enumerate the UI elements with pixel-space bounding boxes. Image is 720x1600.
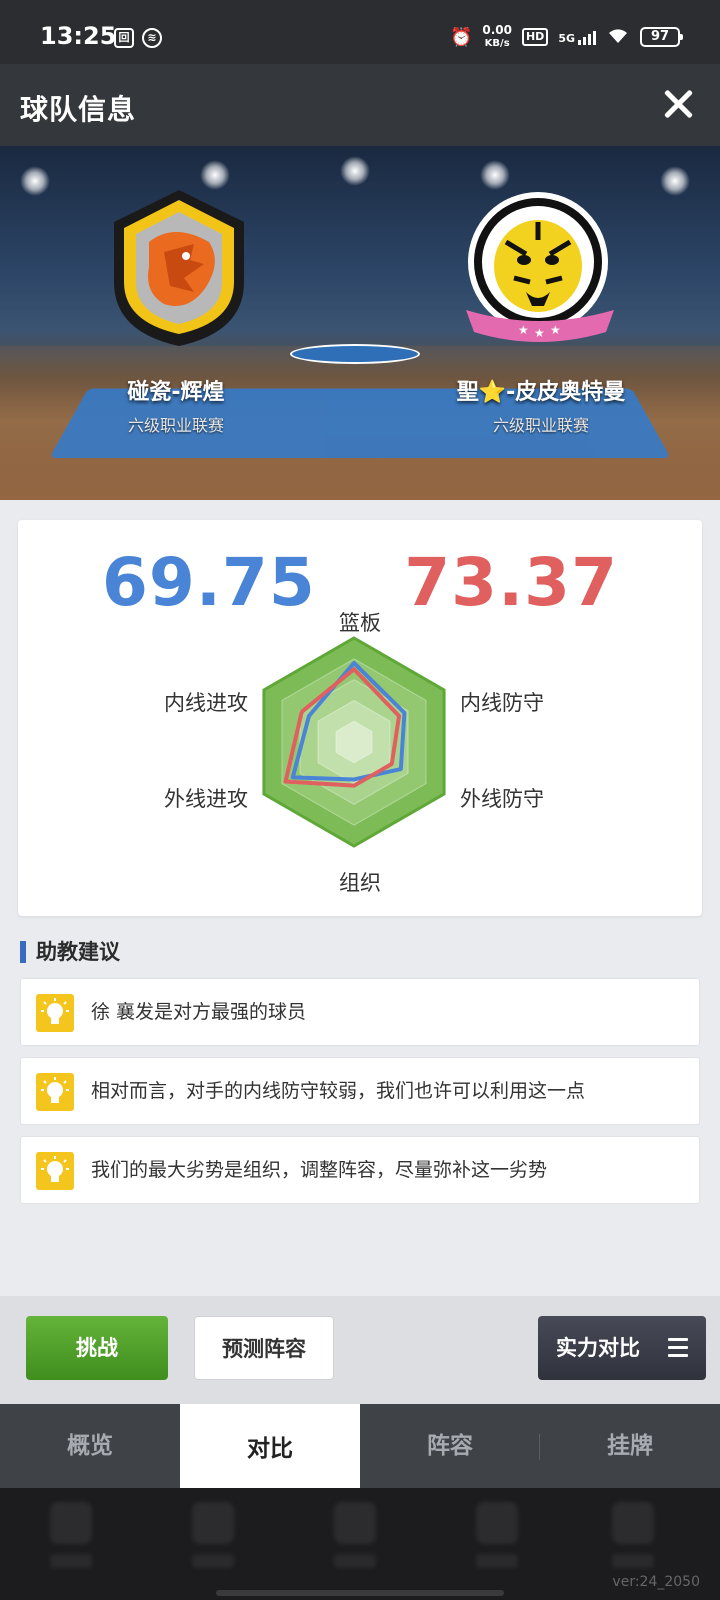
tab-overview[interactable]: 概览	[0, 1404, 180, 1488]
strength-compare-card: 69.75 73.37 篮板 内线防守 外线防守 组织 外线进攻 内线进攻	[18, 520, 702, 916]
close-icon[interactable]	[660, 86, 696, 122]
nav-icon[interactable]	[192, 1502, 234, 1544]
axis-label-rebound: 篮板	[339, 611, 381, 635]
axis-label-inside-defense: 内线防守	[460, 691, 544, 715]
svg-text:★: ★	[518, 323, 529, 337]
advice-text: 徐 襄发是对方最强的球员	[91, 1001, 307, 1023]
tab-lineup[interactable]: 阵容	[360, 1404, 540, 1488]
notification-icon: 回	[114, 28, 134, 48]
team-banner: ★ ★ ★ 碰瓷-辉煌 六级职业联赛 聖⭐-皮皮奥特曼 六级职业联赛	[0, 146, 720, 500]
tiger-logo-icon[interactable]: ★ ★ ★	[456, 182, 626, 352]
nav-icon[interactable]	[334, 1502, 376, 1544]
svg-text:★: ★	[534, 326, 545, 340]
advice-item: 徐 襄发是对方最强的球员	[20, 978, 700, 1046]
top-header: 球队信息	[0, 64, 720, 146]
radar-chart: 篮板 内线防守 外线防守 组织 外线进攻 内线进攻	[164, 611, 544, 895]
wifi-icon	[606, 26, 630, 49]
tab-bar: 概览 对比 阵容 挂牌	[0, 1404, 720, 1488]
lightbulb-icon	[36, 1073, 74, 1111]
predict-lineup-button[interactable]: 预测阵容	[194, 1316, 334, 1380]
advice-text: 相对而言，对手的内线防守较弱，我们也许可以利用这一点	[91, 1080, 586, 1102]
battery-icon: 97	[640, 27, 683, 47]
bottom-navigation: ver:24_2050	[0, 1488, 720, 1600]
tab-lineup-label: 阵容	[427, 1433, 473, 1459]
center-circle	[290, 344, 420, 364]
nav-label	[476, 1554, 518, 1568]
tab-compare[interactable]: 对比	[180, 1404, 360, 1488]
lightbulb-icon	[36, 994, 74, 1032]
axis-label-outside-offense: 外线进攻	[164, 787, 248, 811]
axis-label-outside-defense: 外线防守	[460, 787, 544, 811]
advice-text: 我们的最大劣势是组织，调整阵容，尽量弥补这一劣势	[91, 1159, 548, 1181]
alarm-icon: ⏰	[449, 26, 473, 48]
axis-label-inside-offense: 内线进攻	[164, 691, 248, 715]
stadium-light	[20, 166, 50, 196]
nav-icon[interactable]	[612, 1502, 654, 1544]
strength-compare-button[interactable]: 实力对比	[538, 1316, 706, 1380]
axis-label-playmaking: 组织	[339, 871, 381, 895]
left-team-league: 六级职业联赛	[127, 416, 224, 435]
advice-item: 我们的最大劣势是组织，调整阵容，尽量弥补这一劣势	[20, 1136, 700, 1204]
stadium-light	[340, 156, 370, 186]
left-team-name[interactable]: 碰瓷-辉煌	[46, 374, 306, 406]
nav-label	[612, 1554, 654, 1568]
net-speed-unit: KB/s	[484, 38, 510, 49]
status-time: 13:25	[40, 22, 117, 50]
network-type: 5G	[558, 32, 575, 45]
status-bar: 13:25 回 ≋ ⏰ 0.00 KB/s HD 5G 97	[0, 0, 720, 64]
dragon-logo-icon[interactable]	[94, 182, 264, 352]
page-title: 球队信息	[20, 93, 137, 126]
signal-icon: 5G	[558, 29, 596, 45]
version-label: ver:24_2050	[612, 1574, 700, 1590]
nav-label	[192, 1554, 234, 1568]
svg-text:★: ★	[550, 323, 561, 337]
menu-icon	[668, 1338, 688, 1358]
hd-icon: HD	[521, 28, 549, 46]
home-indicator[interactable]	[216, 1590, 504, 1596]
nav-icon[interactable]	[50, 1502, 92, 1544]
nav-icon[interactable]	[476, 1502, 518, 1544]
nav-label	[334, 1554, 376, 1568]
advice-item: 相对而言，对手的内线防守较弱，我们也许可以利用这一点	[20, 1057, 700, 1125]
right-team-league: 六级职业联赛	[492, 416, 589, 435]
app-notification-icon: ≋	[142, 28, 162, 48]
net-speed-value: 0.00	[482, 23, 512, 37]
status-icons: ⏰ 0.00 KB/s HD 5G 97	[449, 24, 683, 50]
tab-transfer-list[interactable]: 挂牌	[540, 1404, 720, 1488]
strength-compare-label: 实力对比	[556, 1336, 640, 1360]
advice-section-title: 助教建议	[20, 938, 120, 966]
right-team-name[interactable]: 聖⭐-皮皮奥特曼	[411, 374, 671, 406]
lightbulb-icon	[36, 1152, 74, 1190]
challenge-button[interactable]: 挑战	[26, 1316, 168, 1380]
network-speed: 0.00 KB/s	[482, 24, 512, 50]
nav-label	[50, 1554, 92, 1568]
action-bar: 挑战 预测阵容 实力对比	[0, 1296, 720, 1404]
stadium-light	[660, 166, 690, 196]
